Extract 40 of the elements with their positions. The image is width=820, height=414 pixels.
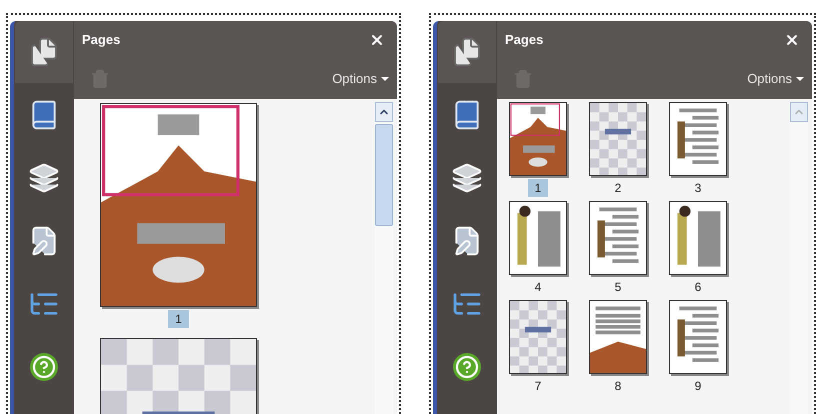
panel-title: Pages: [505, 31, 544, 50]
page-thumbnail[interactable]: [101, 104, 256, 306]
caret-icon: [381, 77, 389, 81]
layers-icon[interactable]: [28, 162, 60, 194]
scroll-up-button[interactable]: [375, 102, 393, 122]
page-thumbnail[interactable]: [590, 301, 646, 373]
pages-icon[interactable]: [28, 36, 60, 68]
options-menu[interactable]: Options: [747, 69, 804, 89]
page-thumbnail[interactable]: [590, 202, 646, 274]
page-number: 8: [614, 378, 622, 395]
layers-icon[interactable]: [451, 162, 483, 194]
caret-icon: [796, 77, 804, 81]
help-icon[interactable]: [453, 352, 481, 380]
scroll-thumb[interactable]: [375, 124, 393, 226]
close-icon[interactable]: [784, 32, 800, 48]
page-number: 7: [534, 378, 542, 395]
page-thumbnail[interactable]: [510, 202, 566, 274]
options-menu[interactable]: Options: [332, 69, 389, 89]
page-number: 6: [694, 279, 702, 296]
page-thumbnail[interactable]: [590, 103, 646, 175]
pages-icon[interactable]: [451, 36, 483, 68]
page-thumbnail[interactable]: [510, 301, 566, 373]
page-number: 1: [168, 310, 189, 328]
page-thumbnail[interactable]: [670, 301, 726, 373]
page-thumbnail[interactable]: [670, 202, 726, 274]
panel-title: Pages: [82, 31, 120, 50]
page-number: 9: [694, 378, 702, 395]
page-thumbnail[interactable]: [670, 103, 726, 175]
close-icon[interactable]: [369, 32, 385, 48]
page-number: 3: [694, 180, 702, 197]
page-number: 5: [614, 279, 622, 296]
help-icon[interactable]: [30, 352, 58, 380]
scrollbar[interactable]: [375, 102, 393, 414]
page-thumbnail[interactable]: [510, 103, 566, 175]
page-number: 2: [614, 180, 622, 197]
scrollbar[interactable]: [790, 102, 808, 414]
page-number: 4: [534, 279, 542, 296]
panel-tab[interactable]: [438, 21, 496, 83]
panel-tab[interactable]: [15, 21, 73, 83]
page-number: 1: [528, 179, 548, 197]
